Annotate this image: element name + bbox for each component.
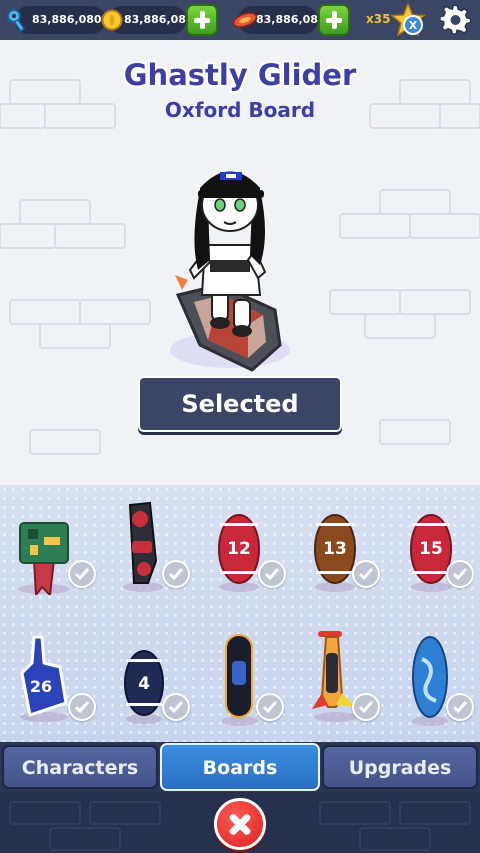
board-item[interactable] — [288, 625, 384, 742]
hover-wheel-item-icon — [123, 501, 163, 592]
coin-icon — [101, 9, 123, 31]
boards-grid: 12 13 15 26 4 — [0, 485, 480, 742]
board-number-label: 13 — [323, 539, 347, 559]
owned-check-badge — [68, 560, 96, 588]
board-number-label: 15 — [419, 539, 443, 559]
settings-gear-icon[interactable] — [440, 4, 472, 36]
boards-amount: 83,886,080 — [256, 13, 326, 26]
board-subtitle: Oxford Board — [164, 98, 316, 122]
owned-check-badge — [352, 560, 380, 588]
character-title: Ghastly Glider — [123, 58, 357, 92]
tab-characters[interactable]: Characters — [2, 745, 158, 789]
add-boards-button[interactable] — [318, 4, 350, 36]
skateboard-item-icon — [222, 634, 258, 726]
board-item[interactable]: 13 — [288, 505, 384, 625]
keys-amount: 83,886,080 — [32, 13, 102, 26]
coins-amount: 83,886,080 — [124, 13, 194, 26]
board-item[interactable]: 12 — [192, 505, 288, 625]
owned-check-badge — [68, 693, 96, 721]
circuit-board-item-icon — [18, 522, 70, 595]
close-button[interactable] — [214, 798, 266, 850]
owned-check-badge — [162, 560, 190, 588]
star-multiplier-icon[interactable]: X — [390, 3, 426, 37]
board-item[interactable]: 4 — [96, 625, 192, 742]
svg-text:X: X — [409, 19, 418, 32]
owned-check-badge — [352, 693, 380, 721]
hoverboard-icon — [232, 12, 258, 28]
selected-button[interactable]: Selected — [138, 376, 342, 432]
owned-check-badge — [256, 693, 284, 721]
owned-check-badge — [258, 560, 286, 588]
multiplier-value: x35 — [366, 12, 391, 26]
add-coins-button[interactable] — [186, 4, 218, 36]
board-number-label: 4 — [138, 674, 150, 694]
owned-check-badge — [446, 560, 474, 588]
board-number-label: 12 — [227, 539, 251, 559]
tab-upgrades[interactable]: Upgrades — [322, 745, 478, 789]
tab-bar: Characters Boards Upgrades — [0, 742, 480, 792]
owned-check-badge — [446, 693, 474, 721]
board-item[interactable]: 26 — [0, 625, 96, 742]
bottom-bar — [0, 792, 480, 853]
board-item[interactable]: 15 — [384, 505, 480, 625]
hero-preview: Ghastly Glider Oxford Board Selected — [0, 40, 480, 485]
board-item[interactable] — [384, 625, 480, 742]
board-number-label: 26 — [29, 677, 53, 696]
board-item[interactable] — [192, 625, 288, 742]
board-item[interactable] — [96, 501, 192, 625]
key-icon — [7, 9, 26, 32]
tab-boards[interactable]: Boards — [160, 743, 320, 791]
board-item[interactable] — [0, 505, 96, 625]
top-bar: 83,886,080 83,886,080 83,886,080 x35 X — [0, 0, 480, 40]
owned-check-badge — [162, 693, 190, 721]
character-on-board-figure — [170, 171, 290, 372]
